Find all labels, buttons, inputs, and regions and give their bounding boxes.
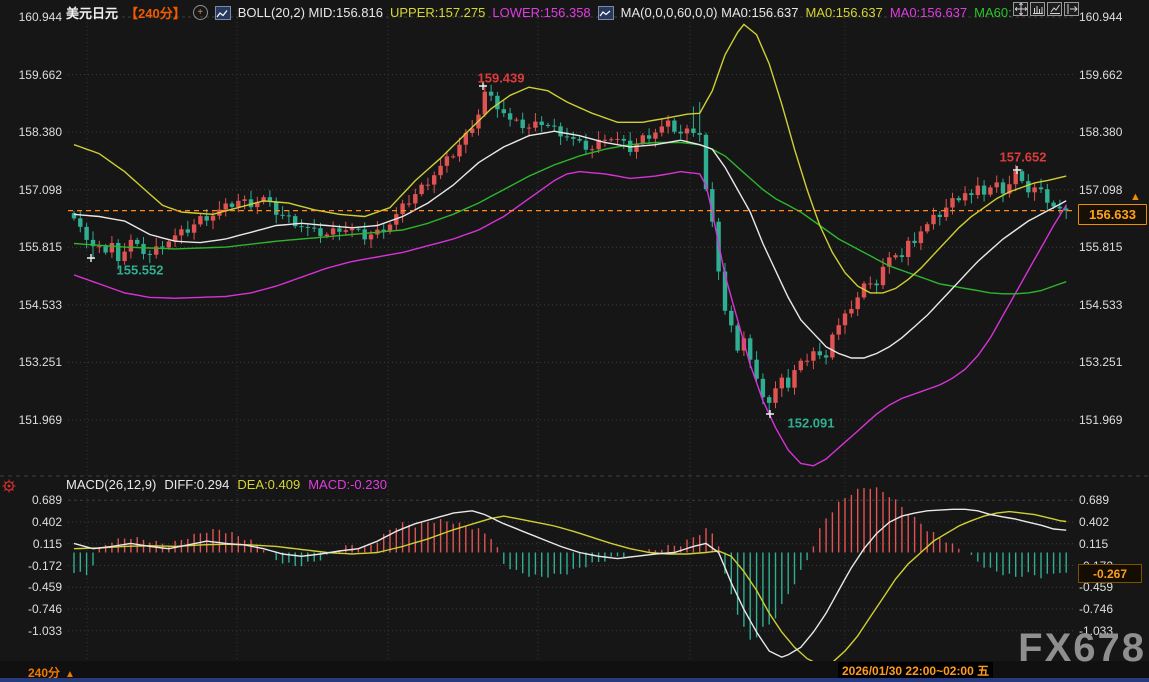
boll-label: BOLL(20,2) MID:156.816 bbox=[238, 5, 383, 20]
compress-chart-icon[interactable] bbox=[1030, 2, 1045, 16]
timeframe-badge[interactable]: 【240分】 bbox=[125, 3, 186, 22]
ma-label: MA(0,0,0,60,0,0) MA0:156.637 bbox=[621, 5, 799, 20]
macd-indicator-icon[interactable] bbox=[2, 479, 16, 498]
current-price-badge: 156.633 bbox=[1078, 204, 1147, 225]
ma60-label: MA60: bbox=[974, 5, 1012, 20]
indicator-header: 美元日元 【240分】 + BOLL(20,2) MID:156.816 UPP… bbox=[66, 3, 1012, 22]
chart-window: 160.944160.944159.662159.662158.380158.3… bbox=[0, 0, 1149, 682]
boll-lower-value: LOWER:156.358 bbox=[492, 5, 590, 20]
macd-dea-value: DEA:0.409 bbox=[237, 477, 300, 492]
expand-chart-icon[interactable] bbox=[1047, 2, 1062, 16]
symbol-title: 美元日元 bbox=[66, 3, 118, 22]
candlestick-chart[interactable] bbox=[0, 0, 1149, 682]
macd-header: MACD(26,12,9) DIFF:0.294 DEA:0.409 MACD:… bbox=[66, 477, 387, 492]
chart-toolbar bbox=[1013, 2, 1079, 16]
ma-indicator-chart-icon[interactable] bbox=[598, 6, 614, 20]
macd-label: MACD(26,12,9) bbox=[66, 477, 156, 492]
datetime-tooltip: 2026/01/30 22:00~02:00 五 bbox=[838, 662, 993, 678]
macd-value: MACD:-0.230 bbox=[308, 477, 387, 492]
macd-current-badge: -0.267 bbox=[1078, 564, 1142, 583]
ma0-yellow-value: MA0:156.637 bbox=[805, 5, 882, 20]
boll-indicator-chart-icon[interactable] bbox=[215, 6, 231, 20]
shift-right-icon[interactable] bbox=[1064, 2, 1079, 16]
ma0-magenta-value: MA0:156.637 bbox=[890, 5, 967, 20]
bottom-scrollbar[interactable] bbox=[0, 678, 1149, 682]
macd-diff-value: DIFF:0.294 bbox=[164, 477, 229, 492]
crosshair-icon[interactable] bbox=[1013, 2, 1028, 16]
watermark-logo: FX678 bbox=[1018, 629, 1146, 667]
add-indicator-icon[interactable]: + bbox=[193, 5, 208, 20]
boll-upper-value: UPPER:157.275 bbox=[390, 5, 485, 20]
price-up-arrow-icon: ▲ bbox=[1130, 191, 1141, 203]
